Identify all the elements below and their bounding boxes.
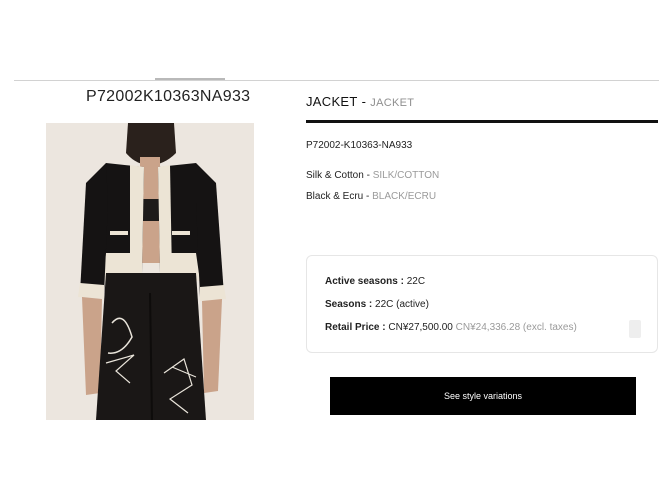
retail-price-value: CN¥27,500.00 bbox=[388, 322, 453, 333]
product-title: JACKET - JACKET bbox=[306, 94, 658, 109]
product-title-alt: JACKET bbox=[370, 97, 415, 109]
active-seasons-value: 22C bbox=[406, 276, 426, 287]
product-image bbox=[46, 123, 254, 420]
see-style-variations-button[interactable]: See style variations bbox=[330, 377, 636, 415]
jacket-photo-illustration bbox=[46, 123, 254, 420]
active-seasons-row: Active seasons : 22C bbox=[325, 276, 425, 287]
seasons-label: Seasons : bbox=[325, 299, 373, 310]
color-alt: BLACK/ECRU bbox=[372, 191, 437, 202]
top-divider bbox=[14, 80, 659, 81]
seasons-row: Seasons : 22C (active) bbox=[325, 299, 429, 310]
color-separator: - bbox=[363, 191, 373, 202]
material-line: Silk & Cotton - SILK/COTTON bbox=[306, 170, 439, 181]
top-divider-accent bbox=[155, 78, 225, 80]
sku-heading: P72002K10363NA933 bbox=[86, 88, 251, 105]
retail-price-row: Retail Price : CN¥27,500.00 CN¥24,336.28… bbox=[325, 322, 577, 333]
color-label: Black & Ecru bbox=[306, 191, 364, 202]
title-separator: - bbox=[361, 94, 367, 109]
price-excl-taxes: CN¥24,336.28 (excl. taxes) bbox=[455, 322, 577, 333]
product-details: JACKET - JACKET P72002-K10363-NA933 Silk &… bbox=[306, 94, 658, 202]
info-icon[interactable] bbox=[629, 320, 641, 338]
color-line: Black & Ecru - BLACK/ECRU bbox=[306, 191, 436, 202]
season-price-box: Active seasons : 22C Seasons : 22C (acti… bbox=[306, 255, 658, 353]
active-seasons-label: Active seasons : bbox=[325, 276, 404, 287]
material-alt: SILK/COTTON bbox=[372, 170, 440, 181]
product-title-text: JACKET bbox=[306, 94, 358, 109]
product-reference: P72002-K10363-NA933 bbox=[306, 140, 413, 151]
title-underline bbox=[306, 120, 658, 123]
retail-price-label: Retail Price : bbox=[325, 322, 386, 333]
seasons-value: 22C (active) bbox=[375, 299, 429, 310]
material-label: Silk & Cotton bbox=[306, 170, 364, 181]
material-separator: - bbox=[363, 170, 373, 181]
